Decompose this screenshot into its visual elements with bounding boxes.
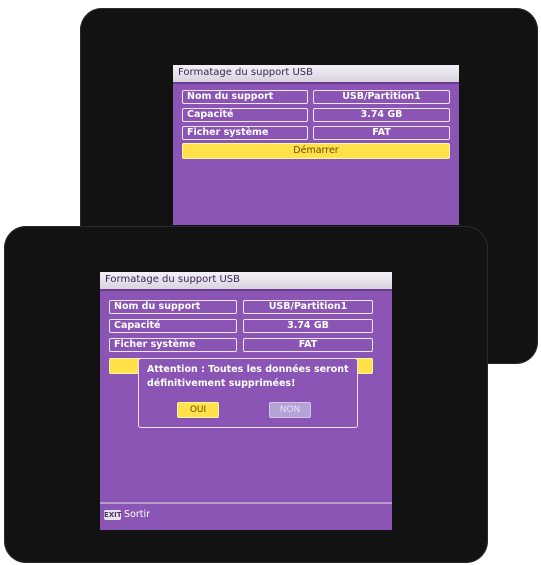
menu-title-bar: Formatage du support USB (100, 272, 392, 291)
row-value: FAT (313, 126, 450, 140)
yes-button[interactable]: OUI (177, 402, 219, 418)
row-value: USB/Partition1 (313, 90, 450, 104)
row-value: USB/Partition1 (243, 300, 373, 314)
row-label: Ficher système (109, 338, 237, 352)
row-media-name[interactable]: Nom du support USB/Partition1 (109, 300, 373, 314)
row-file-system[interactable]: Ficher système FAT (109, 338, 373, 352)
tv-screen-front: Formatage du support USB Nom du support … (4, 226, 488, 563)
exit-key-icon: EXIT (104, 510, 122, 520)
menu-footer: EXIT Sortir (100, 502, 392, 530)
format-usb-menu-front: Formatage du support USB Nom du support … (100, 272, 392, 530)
dialog-message: Attention : Toutes les données seront dé… (147, 364, 349, 389)
row-capacity[interactable]: Capacité 3.74 GB (182, 108, 450, 122)
start-button[interactable]: Démarrer (182, 143, 450, 159)
row-value: 3.74 GB (243, 319, 373, 333)
row-media-name[interactable]: Nom du support USB/Partition1 (182, 90, 450, 104)
row-label: Capacité (109, 319, 237, 333)
row-label: Ficher système (182, 126, 308, 140)
format-usb-menu-back: Formatage du support USB Nom du support … (173, 65, 459, 225)
menu-title-bar: Formatage du support USB (173, 65, 459, 84)
confirm-dialog: Attention : Toutes les données seront dé… (138, 358, 358, 428)
row-value: FAT (243, 338, 373, 352)
menu-title: Formatage du support USB (105, 274, 241, 285)
row-value: 3.74 GB (313, 108, 450, 122)
row-label: Nom du support (109, 300, 237, 314)
row-capacity[interactable]: Capacité 3.74 GB (109, 319, 373, 333)
exit-label[interactable]: Sortir (124, 509, 150, 520)
menu-title: Formatage du support USB (178, 67, 314, 78)
row-file-system[interactable]: Ficher système FAT (182, 126, 450, 140)
no-button[interactable]: NON (269, 402, 311, 418)
row-label: Nom du support (182, 90, 308, 104)
row-label: Capacité (182, 108, 308, 122)
